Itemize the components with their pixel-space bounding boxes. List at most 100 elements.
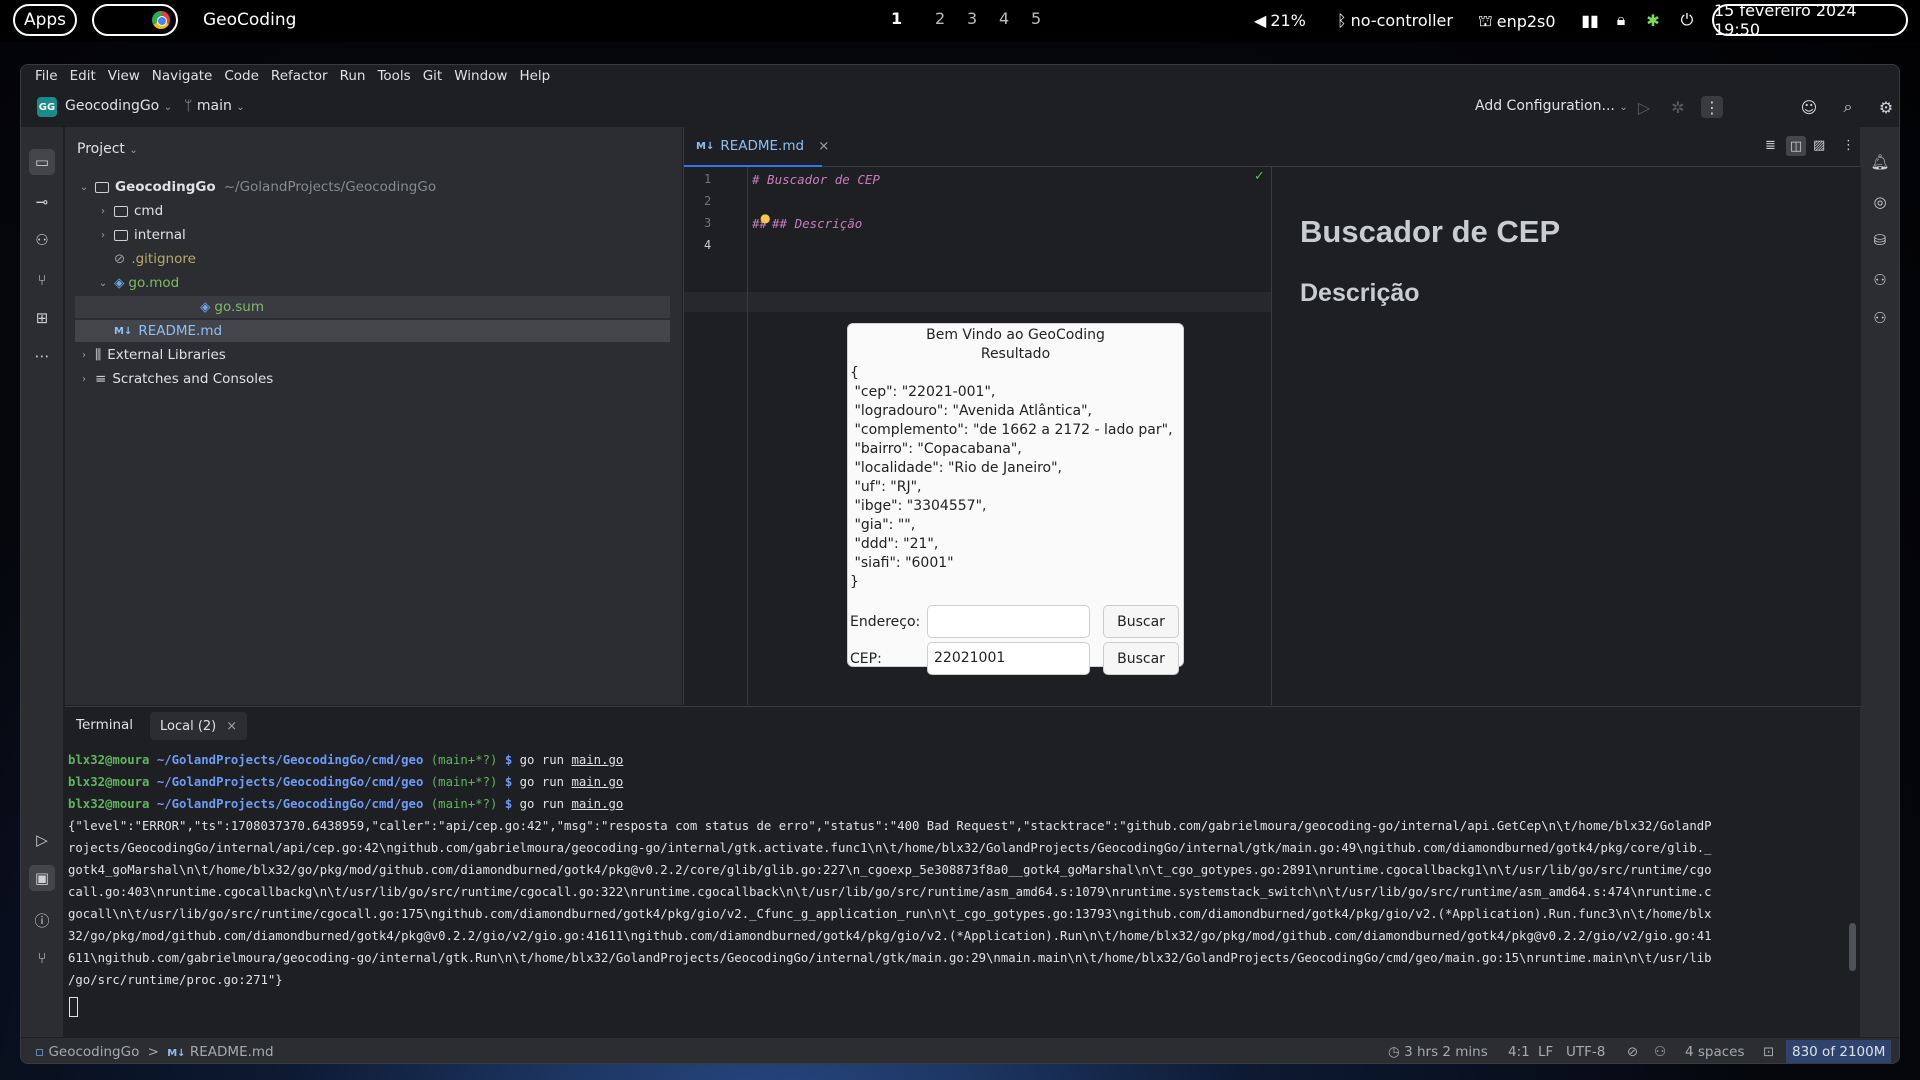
terminal-tab-local[interactable]: Local (2) ×: [150, 712, 248, 740]
terminal-scrollbar[interactable]: [1849, 923, 1856, 971]
commit-icon[interactable]: ⊸: [29, 189, 55, 215]
terminal-icon[interactable]: ▣: [29, 865, 55, 891]
add-user-icon[interactable]: ☺: [1798, 96, 1820, 118]
run-icon[interactable]: ▷: [1633, 96, 1655, 118]
menu-tools[interactable]: Tools: [371, 65, 416, 87]
branch-switcher[interactable]: ᛘ main ⌄: [184, 98, 245, 114]
menu-refactor[interactable]: Refactor: [265, 65, 334, 87]
tree-item-gomod[interactable]: ⌄ ◈ go.mod: [65, 272, 665, 294]
tree-root[interactable]: ⌄ GeocodingGo ~/GolandProjects/Geocoding…: [65, 176, 665, 198]
menu-window[interactable]: Window: [448, 65, 513, 87]
services-icon[interactable]: ⚇: [29, 227, 55, 253]
close-tab-icon[interactable]: ×: [818, 138, 829, 154]
menu-navigate[interactable]: Navigate: [146, 65, 219, 87]
time-tracker[interactable]: ◷ 3 hrs 2 mins: [1388, 1044, 1488, 1060]
line-separator[interactable]: LF: [1538, 1044, 1553, 1060]
debug-icon[interactable]: ✲: [1667, 96, 1689, 118]
pull-requests-icon[interactable]: ⑂: [29, 267, 55, 293]
menu-help[interactable]: Help: [513, 65, 556, 87]
more-tools-icon[interactable]: ⋯: [29, 343, 55, 369]
bluetooth-status: no-controller: [1350, 11, 1453, 30]
network-indicator[interactable]: ⛫ enp2s0: [1478, 11, 1556, 32]
buscar-cep-button[interactable]: Buscar: [1103, 642, 1179, 675]
tree-item-cmd[interactable]: › cmd: [65, 200, 665, 222]
workspace-1[interactable]: 1: [891, 9, 902, 28]
buscar-endereco-button[interactable]: Buscar: [1103, 605, 1179, 638]
ai-assistant-icon[interactable]: ◎: [1867, 189, 1893, 215]
tree-item-readme[interactable]: M↓ README.md: [75, 320, 670, 342]
apps-button[interactable]: Apps: [13, 4, 77, 36]
workspace-5[interactable]: 5: [1031, 9, 1041, 28]
volume-indicator[interactable]: ◀ 21%: [1254, 11, 1306, 30]
project-view-selector[interactable]: Project ⌄: [77, 141, 138, 157]
copilot-chat-icon[interactable]: ⚇: [1867, 305, 1893, 331]
markdown-icon: M↓: [167, 1048, 186, 1059]
clock[interactable]: 15 fevereiro 2024 19:50: [1712, 1, 1908, 39]
tree-item-external-libraries[interactable]: › ⫼ External Libraries: [65, 344, 665, 366]
database-icon[interactable]: ⛁: [1867, 227, 1893, 253]
memory-indicator[interactable]: 830 of 2100M: [1786, 1040, 1892, 1063]
menu-git[interactable]: Git: [417, 65, 449, 87]
run-tool-icon[interactable]: ▷: [29, 827, 55, 853]
readonly-lock-icon[interactable]: ⊡: [1763, 1044, 1774, 1060]
endereco-label: Endereço:: [850, 614, 921, 630]
run-configuration-selector[interactable]: Add Configuration... ⌄: [1475, 98, 1628, 114]
git-icon[interactable]: ⑂: [29, 945, 55, 971]
problems-icon[interactable]: ⓘ: [29, 907, 55, 933]
file-encoding[interactable]: UTF-8: [1566, 1044, 1605, 1060]
settings-gear-icon[interactable]: ⚙: [1875, 96, 1897, 118]
menu-code[interactable]: Code: [218, 65, 265, 87]
module-icon: ▫: [35, 1044, 45, 1060]
line-number-gutter: 1 2 3 4: [684, 167, 748, 705]
split-view-icon[interactable]: ◫: [1786, 136, 1806, 156]
more-actions-icon[interactable]: ⋮: [1701, 96, 1723, 118]
endereco-input[interactable]: [927, 605, 1090, 638]
preview-heading-2: Descrição: [1300, 279, 1420, 307]
copilot-status-icon[interactable]: ⚇: [1654, 1044, 1666, 1060]
lock-icon[interactable]: 🔒︎: [1611, 10, 1631, 30]
bluetooth-icon: ᛒ: [1337, 11, 1347, 30]
app-tray-icon[interactable]: ✱: [1643, 10, 1663, 30]
project-badge: GG: [37, 97, 57, 117]
tree-item-label: README.md: [138, 323, 223, 339]
editor-only-icon[interactable]: ≣: [1765, 138, 1776, 153]
tab-readme[interactable]: M↓ README.md ×: [684, 127, 829, 167]
preview-only-icon[interactable]: ▨: [1813, 138, 1825, 153]
project-switcher[interactable]: GeocodingGo ⌄: [65, 98, 172, 114]
close-tab-icon[interactable]: ×: [226, 719, 237, 734]
search-icon[interactable]: ⌕: [1837, 96, 1859, 118]
bluetooth-indicator[interactable]: ᛒ no-controller: [1337, 11, 1453, 30]
highlighting-off-icon[interactable]: ⊘: [1627, 1044, 1638, 1060]
workspace-2[interactable]: 2: [935, 9, 945, 28]
stats-icon[interactable]: ▮▮: [1580, 10, 1600, 30]
notifications-bell-icon[interactable]: 🔔︎: [1867, 149, 1893, 175]
tree-item-gitignore[interactable]: ⊘ .gitignore: [65, 248, 665, 270]
scratches-icon: ≡: [95, 371, 107, 387]
chrome-taskbar-button[interactable]: [92, 4, 178, 36]
intention-bulb-icon[interactable]: ●: [760, 211, 770, 225]
menu-edit[interactable]: Edit: [64, 65, 102, 87]
code-line-3[interactable]: ## Descrição: [772, 216, 862, 231]
menu-run[interactable]: Run: [334, 65, 372, 87]
terminal-cursor[interactable]: [69, 997, 78, 1017]
menu-view[interactable]: View: [102, 65, 146, 87]
clock-icon: ◷: [1388, 1044, 1400, 1060]
caret-position[interactable]: 4:1: [1508, 1044, 1530, 1060]
code-line-1[interactable]: # Buscador de CEP: [752, 172, 880, 187]
menu-file[interactable]: File: [29, 65, 64, 87]
status-bar: ▫ GeocodingGo > M↓ README.md ◷ 3 hrs 2 m…: [21, 1037, 1899, 1063]
workspace-4[interactable]: 4: [999, 9, 1009, 28]
copilot-icon[interactable]: ⚇: [1867, 267, 1893, 293]
power-icon[interactable]: ⏻: [1677, 10, 1697, 30]
tree-item-scratches[interactable]: › ≡ Scratches and Consoles: [65, 368, 665, 390]
indent-setting[interactable]: 4 spaces: [1685, 1044, 1745, 1060]
breadcrumb[interactable]: ▫ GeocodingGo > M↓ README.md: [35, 1044, 274, 1060]
structure-icon[interactable]: ⊞: [29, 305, 55, 331]
no-problems-check-icon: ✓: [1254, 169, 1265, 184]
tree-item-gosum[interactable]: ◈ go.sum: [75, 296, 670, 318]
project-folder-icon[interactable]: ▭: [29, 149, 55, 175]
tree-item-internal[interactable]: › internal: [65, 224, 665, 246]
cep-input[interactable]: 22021001: [927, 642, 1090, 675]
editor-more-icon[interactable]: ⋮: [1842, 138, 1855, 153]
workspace-3[interactable]: 3: [967, 9, 977, 28]
